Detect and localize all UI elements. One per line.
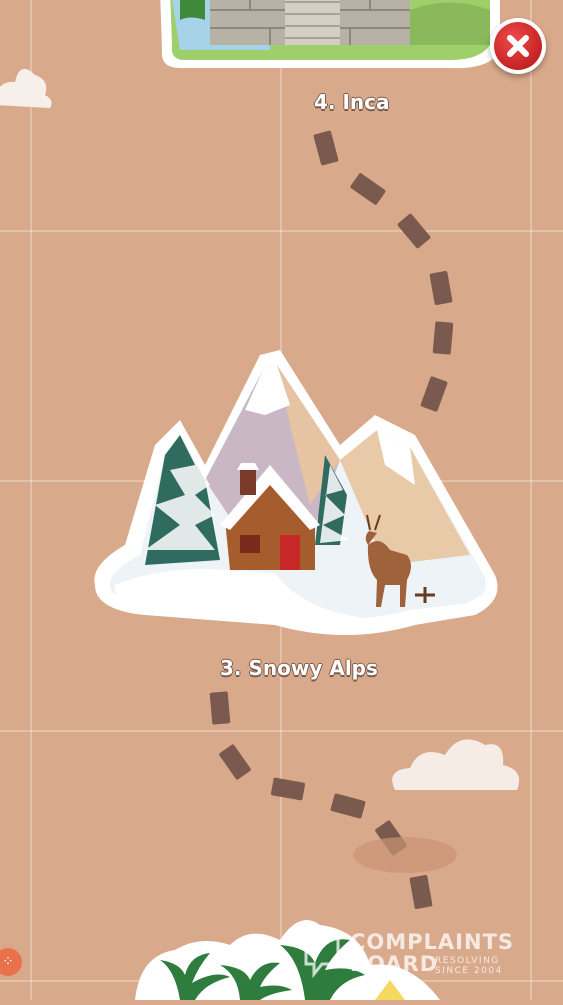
ground-shadow bbox=[353, 837, 457, 873]
cloud-decoration bbox=[0, 68, 52, 108]
watermark-tag1: RESOLVING bbox=[435, 956, 500, 966]
cloud-decoration bbox=[392, 739, 520, 790]
dots-icon: ⁘ bbox=[2, 954, 14, 970]
watermark-line2: BOARD bbox=[350, 952, 439, 976]
level-snowy-alps-label[interactable]: 3. Snowy Alps bbox=[220, 656, 378, 680]
close-button[interactable] bbox=[490, 18, 546, 74]
level-inca-sticker[interactable] bbox=[150, 0, 510, 80]
level-inca-label[interactable]: 4. Inca bbox=[314, 90, 390, 114]
watermark-tag2: SINCE 2004 bbox=[435, 966, 503, 976]
level-snowy-alps-sticker[interactable] bbox=[85, 345, 505, 645]
close-icon bbox=[494, 22, 542, 70]
complaints-board-logo-icon bbox=[304, 936, 340, 978]
watermark-tagline: RESOLVING SINCE 2004 bbox=[435, 956, 515, 976]
watermark-line1: COMPLAINTS bbox=[350, 930, 515, 954]
